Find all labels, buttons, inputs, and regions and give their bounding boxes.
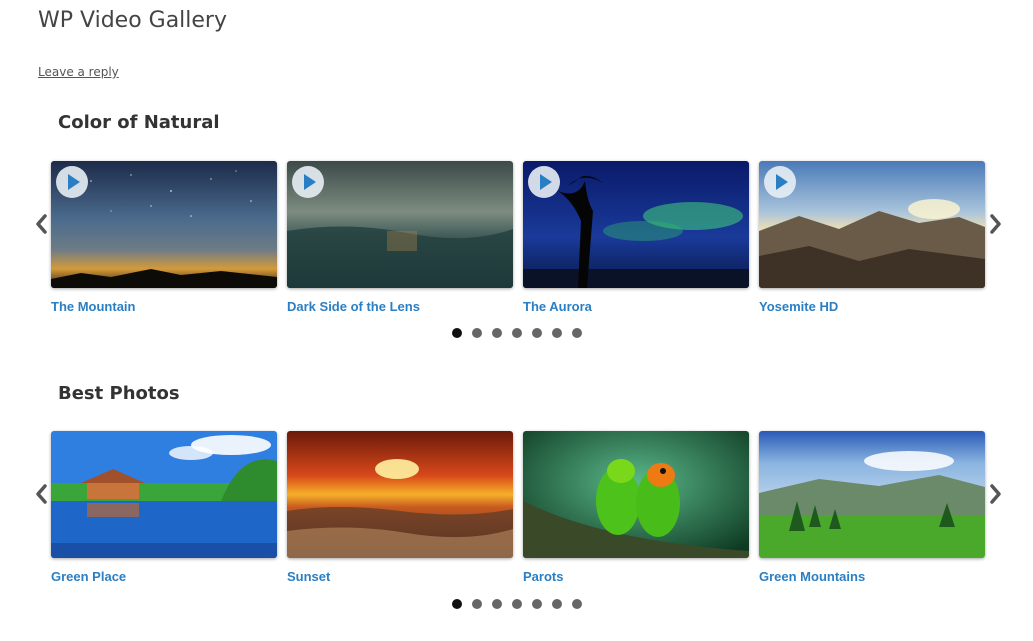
photo-thumbnail[interactable] xyxy=(759,431,985,558)
pagination-dot[interactable] xyxy=(492,599,502,609)
photo-title-link[interactable]: Sunset xyxy=(287,569,513,584)
video-thumbnail[interactable] xyxy=(287,161,513,288)
pagination-dot[interactable] xyxy=(572,328,582,338)
chevron-left-icon xyxy=(36,214,47,234)
pagination-dot[interactable] xyxy=(552,328,562,338)
gallery-item: Sunset xyxy=(287,431,513,584)
pagination-dot[interactable] xyxy=(512,328,522,338)
pagination-dot[interactable] xyxy=(552,599,562,609)
chevron-left-icon xyxy=(36,484,47,504)
gallery-item: Green Mountains xyxy=(759,431,985,584)
photo-title-link[interactable]: Green Mountains xyxy=(759,569,985,584)
gallery-item: Yosemite HD xyxy=(759,161,985,314)
video-title-link[interactable]: The Aurora xyxy=(523,299,749,314)
pagination-dot[interactable] xyxy=(572,599,582,609)
leave-reply-link[interactable]: Leave a reply xyxy=(38,65,119,79)
pagination-dot[interactable] xyxy=(492,328,502,338)
pagination-dot[interactable] xyxy=(472,599,482,609)
gallery-title: Best Photos xyxy=(58,383,180,404)
photo-thumbnail[interactable] xyxy=(523,431,749,558)
chevron-right-icon xyxy=(990,484,1001,504)
video-thumbnail[interactable] xyxy=(51,161,277,288)
carousel-pagination xyxy=(452,328,582,338)
gallery-item: Green Place xyxy=(51,431,277,584)
play-icon[interactable] xyxy=(527,165,561,199)
play-icon[interactable] xyxy=(763,165,797,199)
video-title-link[interactable]: Dark Side of the Lens xyxy=(287,299,513,314)
pagination-dot[interactable] xyxy=(532,599,542,609)
gallery-item: Dark Side of the Lens xyxy=(287,161,513,314)
pagination-dot[interactable] xyxy=(512,599,522,609)
carousel-next-button[interactable] xyxy=(988,483,1004,505)
pagination-dot[interactable] xyxy=(452,328,462,338)
play-icon[interactable] xyxy=(55,165,89,199)
gallery-item: The Aurora xyxy=(523,161,749,314)
photo-thumbnail[interactable] xyxy=(51,431,277,558)
page-title: WP Video Gallery xyxy=(38,8,227,33)
video-thumbnail[interactable] xyxy=(523,161,749,288)
gallery-item: Parots xyxy=(523,431,749,584)
video-title-link[interactable]: The Mountain xyxy=(51,299,277,314)
video-thumbnail[interactable] xyxy=(759,161,985,288)
chevron-right-icon xyxy=(990,214,1001,234)
carousel-pagination xyxy=(452,599,582,609)
gallery-title: Color of Natural xyxy=(58,112,220,133)
play-icon[interactable] xyxy=(291,165,325,199)
photo-thumbnail[interactable] xyxy=(287,431,513,558)
pagination-dot[interactable] xyxy=(452,599,462,609)
photo-title-link[interactable]: Parots xyxy=(523,569,749,584)
pagination-dot[interactable] xyxy=(532,328,542,338)
pagination-dot[interactable] xyxy=(472,328,482,338)
carousel-next-button[interactable] xyxy=(988,213,1004,235)
video-title-link[interactable]: Yosemite HD xyxy=(759,299,985,314)
photo-title-link[interactable]: Green Place xyxy=(51,569,277,584)
gallery-item: The Mountain xyxy=(51,161,277,314)
carousel-prev-button[interactable] xyxy=(33,213,49,235)
carousel-prev-button[interactable] xyxy=(33,483,49,505)
